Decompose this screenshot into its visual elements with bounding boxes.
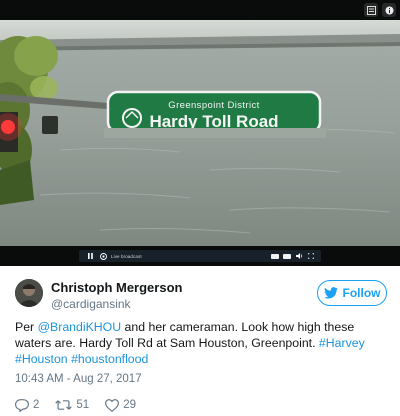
reply-icon: [15, 398, 29, 412]
retweet-icon: [55, 400, 73, 410]
twitter-bird-icon: [323, 287, 338, 299]
retweet-button[interactable]: 51: [55, 399, 89, 411]
broadcast-icon: [98, 252, 108, 260]
retweet-count: 51: [76, 399, 90, 411]
video-controls: Live broadcast: [79, 250, 321, 262]
tweet-text: Per @BrandiKHOU and her cameraman. Look …: [15, 319, 387, 367]
hashtag-harvey[interactable]: #Harvey: [319, 336, 365, 350]
mention-link[interactable]: @BrandiKHOU: [38, 320, 122, 334]
reply-count: 2: [33, 399, 40, 411]
svg-text:Greenspoint District: Greenspoint District: [168, 100, 259, 111]
like-button[interactable]: 29: [105, 398, 136, 412]
follow-button[interactable]: Follow: [317, 280, 387, 306]
tweet-actions: 2 51 29: [15, 396, 136, 414]
quality-badge-icon[interactable]: [271, 253, 279, 259]
pause-icon[interactable]: [85, 253, 95, 259]
video-frame: Greenspoint District Hardy Toll Road: [0, 20, 400, 262]
volume-icon[interactable]: [295, 253, 303, 259]
hashtag-houston[interactable]: #Houston: [15, 352, 68, 366]
reply-button[interactable]: 2: [15, 398, 40, 412]
like-count: 29: [123, 399, 136, 411]
tweet-text-segment: Per: [15, 320, 38, 334]
fullscreen-icon[interactable]: [307, 253, 315, 259]
user-handle[interactable]: @cardigansink: [51, 297, 131, 311]
avatar[interactable]: [15, 279, 43, 307]
gallery-icon[interactable]: [364, 3, 378, 17]
tweet-header: Christoph Mergerson @cardigansink Follow: [15, 276, 387, 316]
hashtag-houstonflood[interactable]: #houstonflood: [71, 352, 148, 366]
captions-badge-icon[interactable]: [283, 253, 291, 259]
heart-icon: [105, 398, 120, 412]
live-broadcast-label: Live broadcast: [111, 253, 142, 259]
display-name[interactable]: Christoph Mergerson: [51, 280, 182, 295]
follow-label: Follow: [342, 286, 381, 300]
road-sign: Greenspoint District Hardy Toll Road: [106, 90, 322, 134]
tweet-video[interactable]: Greenspoint District Hardy Toll Road Liv…: [0, 0, 400, 266]
info-icon[interactable]: [382, 3, 396, 17]
tweet-timestamp[interactable]: 10:43 AM - Aug 27, 2017: [15, 373, 142, 385]
